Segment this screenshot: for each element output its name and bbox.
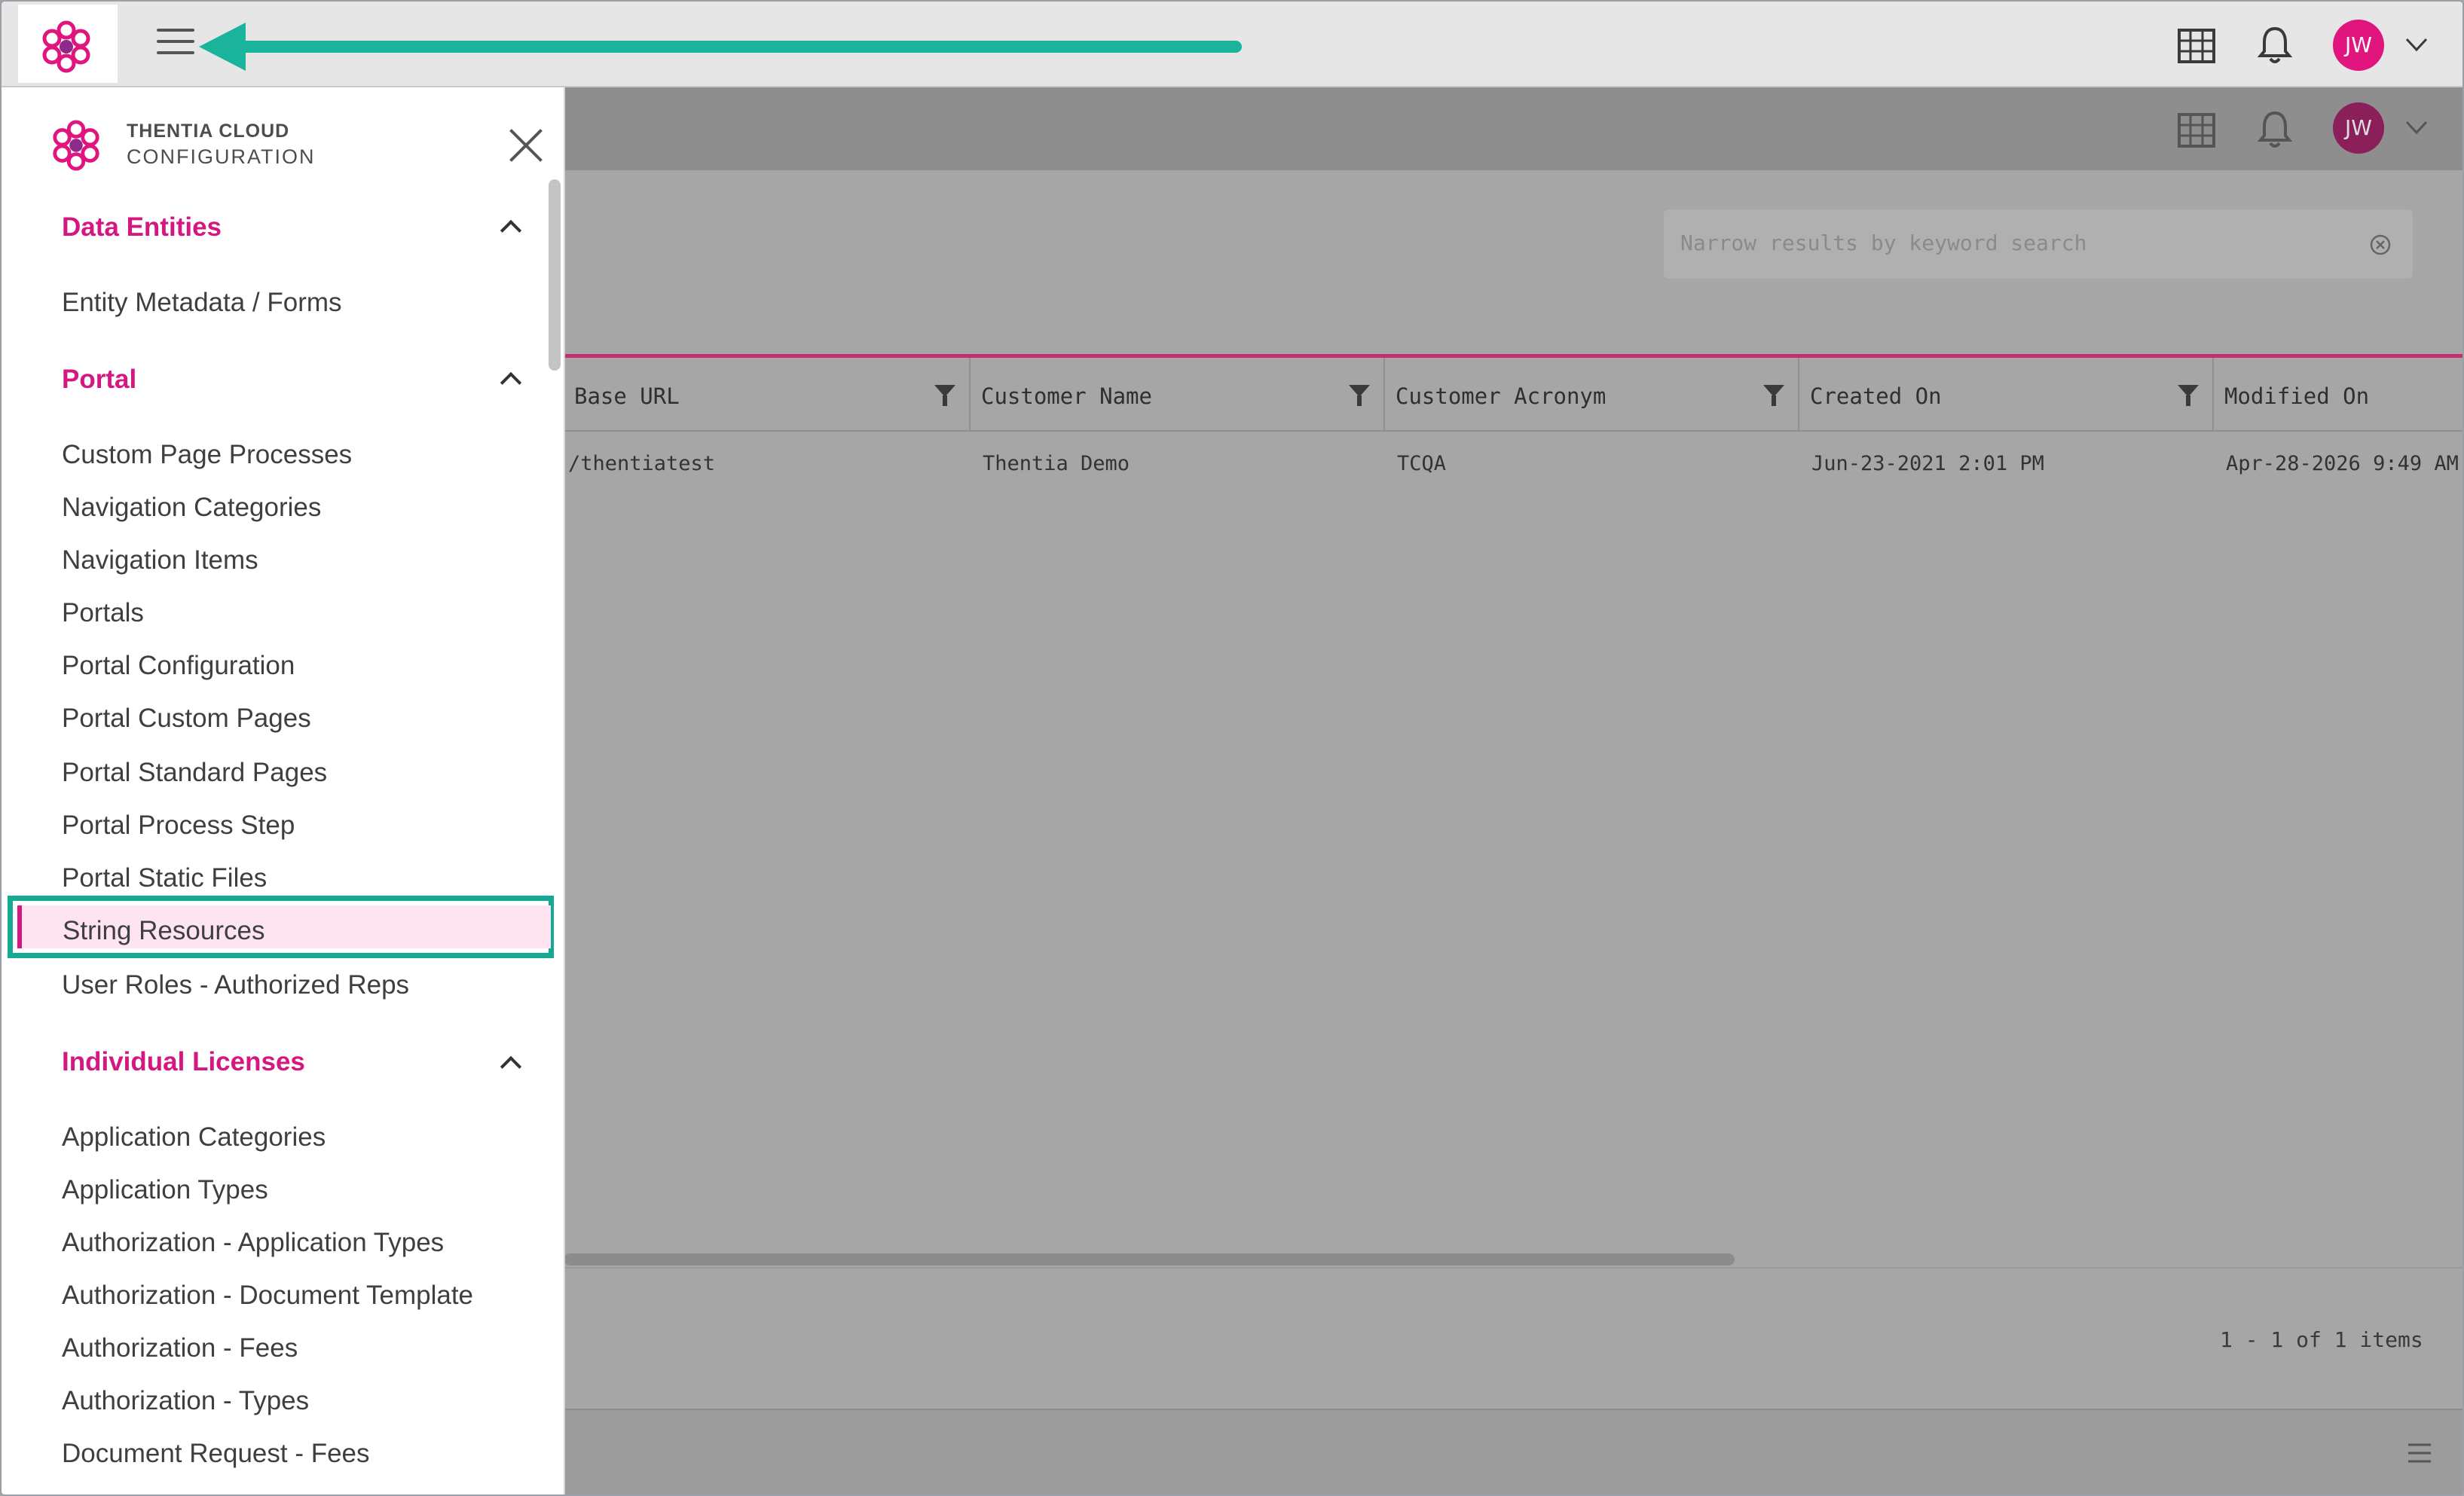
section-portal[interactable]: Portal	[62, 365, 136, 395]
cell-customer-acronym: TCQA	[1397, 452, 1447, 475]
hamburger-line	[157, 29, 194, 32]
column-label: Modified On	[2224, 383, 2370, 409]
chevron-down-icon[interactable]	[2405, 121, 2428, 136]
column-label: Customer Name	[981, 383, 1152, 409]
cell-customer-name: Thentia Demo	[983, 452, 1130, 475]
grid-icon[interactable]	[2178, 29, 2215, 63]
selected-menu-item-highlight[interactable]: String Resources	[8, 896, 554, 958]
logo-button[interactable]	[18, 5, 118, 83]
divider	[564, 1267, 2462, 1269]
menu-item-auth-application-types[interactable]: Authorization - Application Types	[62, 1228, 444, 1258]
brand-subtitle: CONFIGURATION	[127, 145, 316, 168]
avatar[interactable]: JW	[2333, 102, 2384, 154]
bell-icon[interactable]	[2258, 110, 2292, 149]
pager-info: 1 - 1 of 1 items	[2220, 1327, 2423, 1352]
grid-icon[interactable]	[2178, 113, 2215, 148]
search-placeholder: Narrow results by keyword search	[1680, 231, 2087, 255]
horizontal-scrollbar[interactable]	[564, 1253, 1735, 1265]
menu-item-user-roles[interactable]: User Roles - Authorized Reps	[62, 970, 409, 1000]
filter-icon[interactable]	[1349, 385, 1370, 406]
chevron-up-icon[interactable]	[500, 1055, 522, 1078]
cell-created-on: Jun-23-2021 2:01 PM	[1811, 452, 2044, 475]
menu-item-portal-custom-pages[interactable]: Portal Custom Pages	[62, 704, 311, 734]
menu-item-portal-process-step[interactable]: Portal Process Step	[62, 811, 295, 841]
menu-item-custom-page-processes[interactable]: Custom Page Processes	[62, 440, 352, 470]
menu-item-entity-metadata[interactable]: Entity Metadata / Forms	[62, 288, 342, 318]
drawer-brand: THENTIA CLOUD CONFIGURATION	[127, 121, 316, 169]
column-header-customer-name[interactable]: Customer Name	[971, 358, 1385, 430]
thentia-logo-icon	[42, 20, 90, 73]
menu-item-navigation-categories[interactable]: Navigation Categories	[62, 493, 321, 523]
thentia-logo-icon	[53, 120, 99, 171]
menu-item-portals[interactable]: Portals	[62, 598, 144, 628]
column-label: Customer Acronym	[1396, 383, 1606, 409]
cell-modified-on: Apr-28-2026 9:49 AM	[2226, 452, 2459, 475]
navigation-drawer: THENTIA CLOUD CONFIGURATION Data Entitie…	[2, 87, 565, 1494]
menu-item-auth-document-template[interactable]: Authorization - Document Template	[62, 1281, 473, 1311]
menu-lines-icon[interactable]	[2407, 1442, 2432, 1464]
menu-item-navigation-items[interactable]: Navigation Items	[62, 545, 258, 576]
menu-item-document-request-fees[interactable]: Document Request - Fees	[62, 1439, 370, 1469]
column-label: Base URL	[574, 383, 680, 409]
clear-search-icon[interactable]	[2369, 234, 2392, 256]
brand-name: THENTIA CLOUD	[127, 121, 290, 142]
menu-item-application-categories[interactable]: Application Categories	[62, 1122, 326, 1153]
hamburger-line	[157, 51, 194, 54]
chevron-down-icon[interactable]	[2405, 38, 2428, 53]
chevron-up-icon[interactable]	[500, 219, 522, 242]
menu-item-portal-static-files[interactable]: Portal Static Files	[62, 863, 267, 893]
drawer-scrollbar[interactable]	[549, 179, 561, 371]
annotation-arrow	[228, 41, 1242, 53]
bell-icon[interactable]	[2258, 26, 2292, 65]
column-label: Created On	[1810, 383, 1942, 409]
filter-icon[interactable]	[2178, 385, 2199, 406]
filter-icon[interactable]	[1763, 385, 1784, 406]
filter-icon[interactable]	[934, 385, 955, 406]
column-header-customer-acronym[interactable]: Customer Acronym	[1385, 358, 1799, 430]
column-header-modified-on[interactable]: Modified On	[2214, 358, 2462, 430]
chevron-up-icon[interactable]	[500, 371, 522, 394]
column-header-created-on[interactable]: Created On	[1799, 358, 2214, 430]
section-data-entities[interactable]: Data Entities	[62, 212, 222, 243]
app-window: JW Narrow results by keyword search Base…	[0, 0, 2464, 1496]
close-drawer-button[interactable]	[508, 127, 546, 164]
page-footer	[564, 1409, 2462, 1494]
cell-base-url: /thentiatest	[568, 452, 716, 475]
menu-item-auth-fees[interactable]: Authorization - Fees	[62, 1333, 298, 1363]
search-input[interactable]: Narrow results by keyword search	[1664, 209, 2413, 279]
menu-item-application-types[interactable]: Application Types	[62, 1175, 268, 1205]
menu-item-string-resources[interactable]: String Resources	[63, 916, 264, 946]
menu-item-portal-configuration[interactable]: Portal Configuration	[62, 651, 295, 681]
section-individual-licenses[interactable]: Individual Licenses	[62, 1047, 305, 1077]
hamburger-menu-button[interactable]	[157, 29, 194, 62]
avatar[interactable]: JW	[2333, 20, 2384, 71]
menu-item-auth-types[interactable]: Authorization - Types	[62, 1386, 309, 1416]
table-header: Base URL Customer Name Customer Acronym …	[564, 358, 2462, 432]
column-header-base-url[interactable]: Base URL	[564, 358, 971, 430]
menu-item-portal-standard-pages[interactable]: Portal Standard Pages	[62, 758, 327, 788]
hamburger-line	[157, 40, 194, 43]
top-app-bar: JW	[2, 2, 2462, 87]
